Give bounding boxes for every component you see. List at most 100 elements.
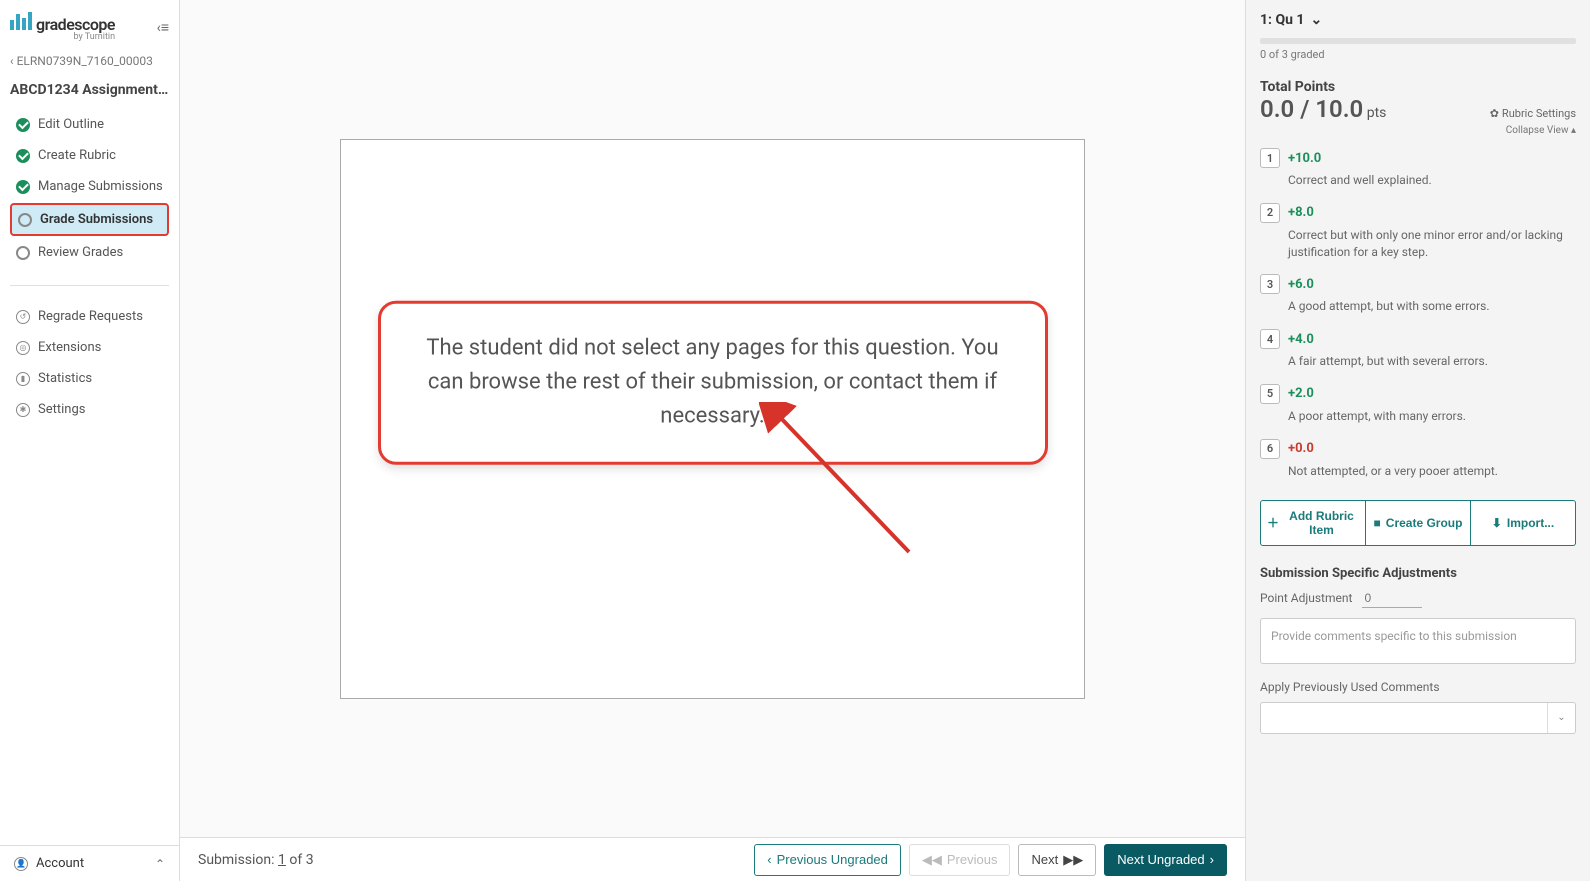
rubric-points: +10.0: [1288, 151, 1321, 166]
circle-icon: [18, 213, 32, 227]
progress-bar: [1260, 38, 1576, 44]
breadcrumb-back[interactable]: ‹ ELRN0739N_7160_00003: [10, 54, 169, 68]
check-icon: [16, 180, 30, 194]
chevron-left-icon: ‹: [767, 852, 771, 867]
gradescope-logo[interactable]: gradescope by Turnitin: [10, 12, 115, 42]
submission-label: Submission:: [198, 852, 278, 868]
rubric-item[interactable]: 6 +0.0 Not attempted, or a very pooer atte…: [1260, 439, 1576, 480]
btn-label: Add Rubric Item: [1284, 509, 1359, 537]
btn-label: Next: [1031, 852, 1058, 867]
total-points-label: Total Points: [1260, 79, 1576, 95]
nav-manage-submissions[interactable]: Manage Submissions: [10, 172, 169, 201]
main-area: The student did not select any pages for…: [180, 0, 1245, 881]
btn-label: Next Ungraded: [1117, 852, 1204, 867]
chevron-up-icon: ⌃: [155, 857, 165, 871]
import-rubric-button[interactable]: ⬇ Import...: [1471, 500, 1576, 546]
link-label: Rubric Settings: [1502, 107, 1576, 120]
rubric-points: +0.0: [1288, 441, 1314, 456]
nav-label: Manage Submissions: [38, 179, 163, 194]
previous-button[interactable]: ◀◀Previous: [909, 844, 1011, 876]
total-points-score: 0.0 / 10.0 pts: [1260, 95, 1386, 123]
prev-comments-label: Apply Previously Used Comments: [1260, 680, 1576, 694]
chart-icon: ▮: [16, 372, 30, 386]
point-adjustment-label: Point Adjustment: [1260, 591, 1352, 605]
rubric-points: +6.0: [1288, 277, 1314, 292]
ssa-title: Submission Specific Adjustments: [1260, 566, 1576, 581]
chevron-down-icon: ⌄: [1310, 12, 1322, 28]
nav-buttons: ‹ Previous Ungraded ◀◀Previous Next ▶▶ Nex…: [754, 844, 1227, 876]
rubric-description: A good attempt, but with some errors.: [1288, 298, 1576, 315]
download-icon: ⬇: [1492, 516, 1502, 530]
rubric-key[interactable]: 5: [1260, 384, 1280, 404]
nav-edit-outline[interactable]: Edit Outline: [10, 110, 169, 139]
divider: [10, 285, 169, 286]
rubric-item[interactable]: 2+8.0Correct but with only one minor err…: [1260, 203, 1576, 261]
double-chevron-right-icon: ▶▶: [1063, 852, 1083, 868]
nav-regrade-requests[interactable]: ↺ Regrade Requests: [10, 302, 169, 331]
question-label: 1: Qu 1: [1260, 12, 1304, 28]
rubric-key[interactable]: 2: [1260, 203, 1280, 223]
rubric-key[interactable]: 4: [1260, 329, 1280, 349]
nav-statistics[interactable]: ▮ Statistics: [10, 364, 169, 393]
document-frame: The student did not select any pages for…: [340, 139, 1085, 699]
account-menu[interactable]: 👤 Account ⌃: [0, 845, 179, 881]
nav-create-rubric[interactable]: Create Rubric: [10, 141, 169, 170]
nav-label: Settings: [38, 402, 85, 417]
rubric-item[interactable]: 5+2.0A poor attempt, with many errors.: [1260, 384, 1576, 425]
rubric-points: +2.0: [1288, 386, 1314, 401]
rubric-key[interactable]: 1: [1260, 148, 1280, 168]
next-ungraded-button[interactable]: Next Ungraded ›: [1104, 844, 1227, 876]
rubric-key[interactable]: 3: [1260, 274, 1280, 294]
folder-icon: ■: [1374, 516, 1381, 530]
rubric-list: 1+10.0Correct and well explained.2+8.0Co…: [1260, 148, 1576, 494]
btn-label: Previous: [947, 852, 998, 867]
rubric-item[interactable]: 3 +6.0 A good attempt, but with some error…: [1260, 274, 1576, 315]
user-icon: 👤: [14, 857, 28, 871]
rubric-actions: ＋Add Rubric Item ■ Create Group ⬇ Import..…: [1260, 500, 1576, 546]
logo-bars-icon: [10, 12, 32, 30]
grading-panel: 1: Qu 1 ⌄ 0 of 3 graded Total Points 0.0…: [1245, 0, 1590, 881]
nav-grade-submissions[interactable]: Grade Submissions: [10, 203, 169, 236]
pts-suffix: pts: [1363, 105, 1386, 121]
collapse-sidebar-icon[interactable]: ‹≡: [157, 19, 169, 36]
score-value: 0.0 / 10.0: [1260, 95, 1363, 123]
annotation-arrow-icon: [759, 402, 939, 572]
add-rubric-item-button[interactable]: ＋Add Rubric Item: [1260, 500, 1366, 546]
no-page-message: The student did not select any pages for…: [378, 300, 1048, 464]
regrade-icon: ↺: [16, 310, 30, 324]
rubric-points: +8.0: [1288, 205, 1314, 220]
rubric-item[interactable]: 4+4.0A fair attempt, but with several er…: [1260, 329, 1576, 370]
rubric-points: +4.0: [1288, 332, 1314, 347]
btn-label: Import...: [1507, 516, 1554, 530]
rubric-settings-link[interactable]: ✿Rubric Settings: [1490, 107, 1576, 120]
rubric-key[interactable]: 6: [1260, 439, 1280, 459]
chevron-right-icon: ›: [1210, 852, 1214, 867]
point-adjustment-input[interactable]: [1362, 589, 1422, 608]
account-label: Account: [36, 856, 84, 871]
btn-label: Create Group: [1386, 516, 1463, 530]
question-selector[interactable]: 1: Qu 1 ⌄: [1260, 12, 1576, 28]
nav-review-grades[interactable]: Review Grades: [10, 238, 169, 267]
next-button[interactable]: Next ▶▶: [1018, 844, 1096, 876]
rubric-description: Not attempted, or a very pooer attempt.: [1288, 463, 1576, 480]
rubric-item[interactable]: 1+10.0Correct and well explained.: [1260, 148, 1576, 189]
previous-ungraded-button[interactable]: ‹ Previous Ungraded: [754, 844, 901, 876]
comment-input[interactable]: Provide comments specific to this submis…: [1260, 618, 1576, 664]
nav-label: Review Grades: [38, 245, 123, 260]
gear-icon: ✱: [16, 403, 30, 417]
check-icon: [16, 149, 30, 163]
circle-icon: [16, 246, 30, 260]
btn-label: Previous Ungraded: [777, 852, 888, 867]
left-sidebar: gradescope by Turnitin ‹≡ ‹ ELRN0739N_71…: [0, 0, 180, 881]
nav-settings[interactable]: ✱ Settings: [10, 395, 169, 424]
nav-extensions[interactable]: ◎ Extensions: [10, 333, 169, 362]
check-icon: [16, 118, 30, 132]
point-adjustment-row: Point Adjustment: [1260, 589, 1576, 608]
create-group-button[interactable]: ■ Create Group: [1366, 500, 1471, 546]
prev-comments-select[interactable]: ⌄: [1260, 702, 1576, 734]
gear-icon: ✿: [1490, 107, 1499, 120]
submission-canvas: The student did not select any pages for…: [180, 0, 1245, 837]
nav-label: Regrade Requests: [38, 309, 143, 324]
nav-label: Extensions: [38, 340, 101, 355]
collapse-view-toggle[interactable]: Collapse View ▴: [1260, 125, 1576, 136]
